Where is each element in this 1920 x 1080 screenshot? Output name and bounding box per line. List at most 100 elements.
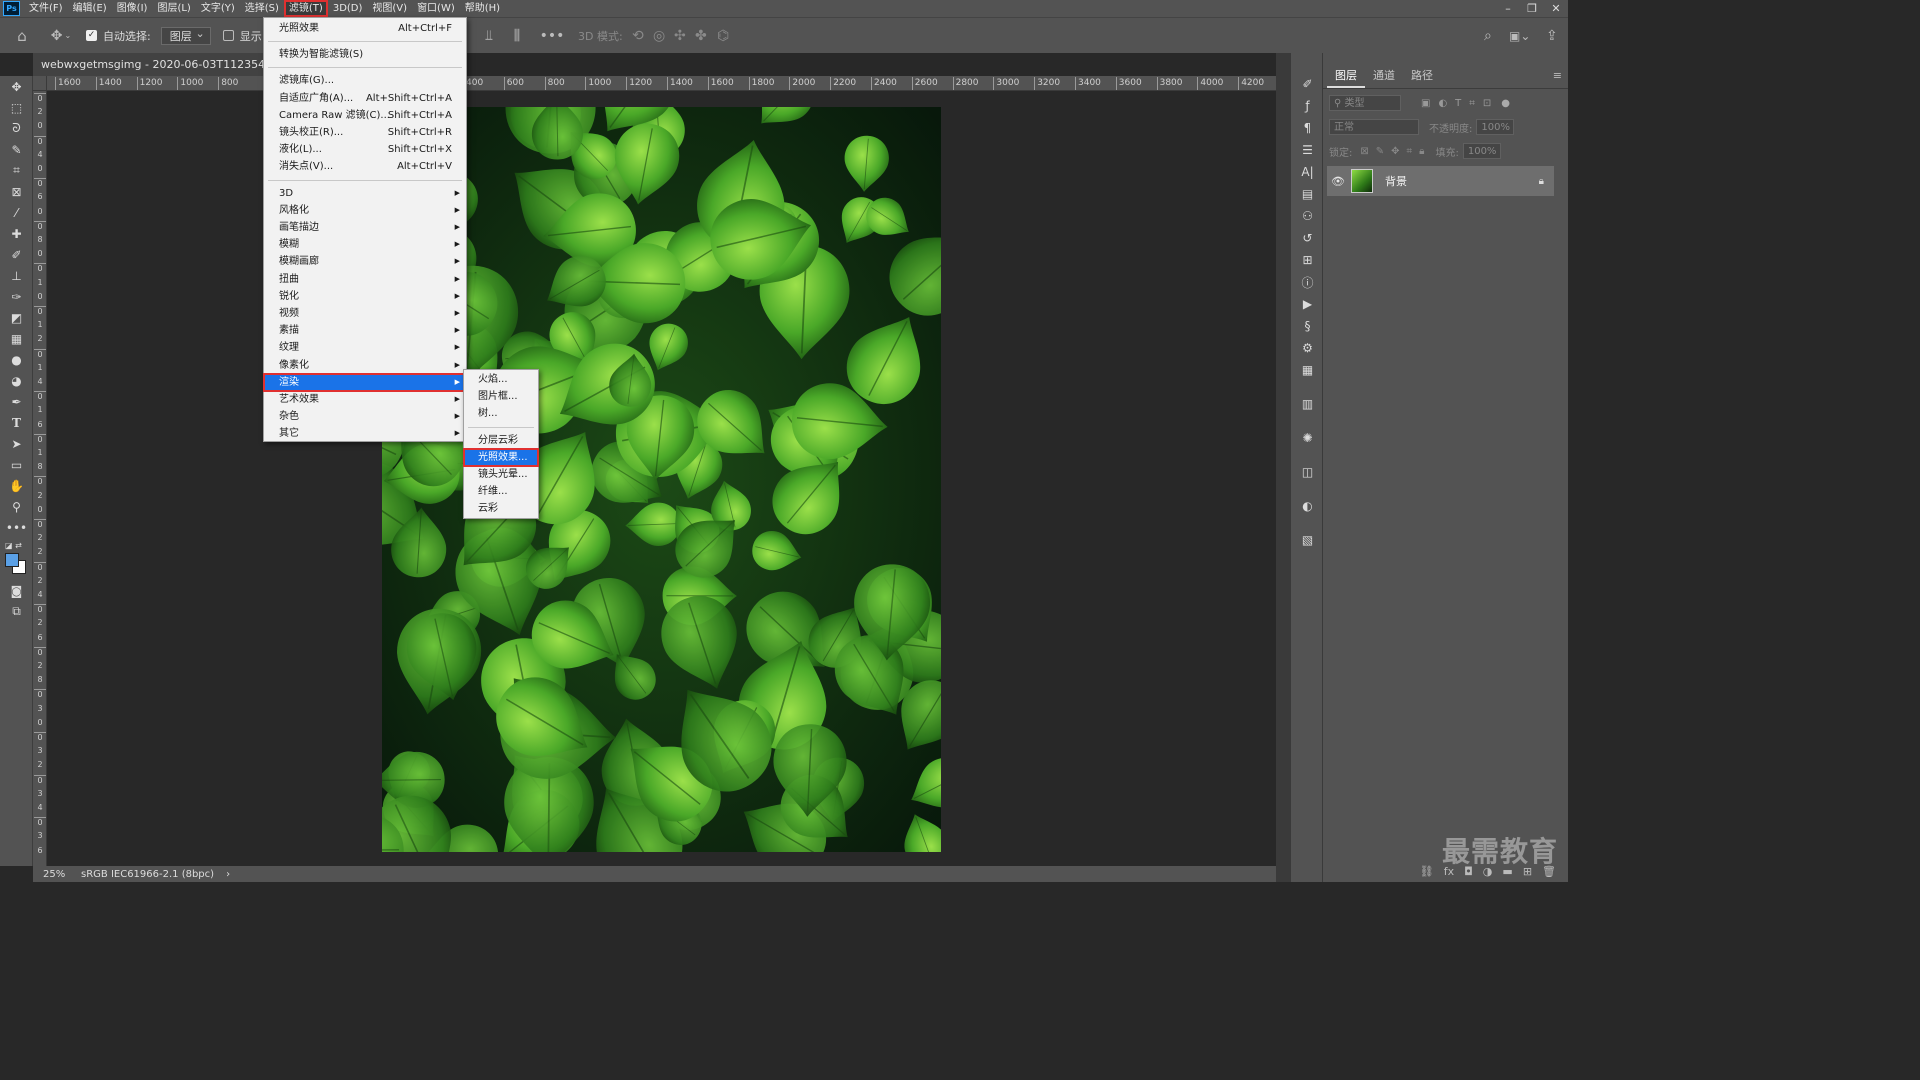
filter-menu-item[interactable]: 杂色 ▶ bbox=[264, 408, 466, 425]
panel-menu-icon[interactable]: ≡ bbox=[1553, 69, 1562, 82]
menu-6[interactable]: 滤镜(T) bbox=[283, 0, 328, 17]
filter-toggle-icon[interactable]: ● bbox=[1501, 98, 1510, 109]
layer-name[interactable]: 背景 bbox=[1385, 173, 1407, 189]
render-menu-item[interactable]: 树... bbox=[464, 405, 538, 422]
3d-orbit-icon[interactable]: ⟲ bbox=[632, 28, 644, 44]
eraser-tool-icon[interactable]: ◩ bbox=[0, 307, 33, 328]
character-icon[interactable]: A| bbox=[1291, 161, 1324, 183]
render-menu-item[interactable]: 纤维... bbox=[464, 483, 538, 500]
table-icon[interactable]: ▦ bbox=[1291, 359, 1324, 381]
render-menu-item[interactable]: 图片框... bbox=[464, 388, 538, 405]
vertical-ruler[interactable]: 0 2 0 0 4 0 0 6 0 0 8 0 0 1 0 0 1 2 0 1 4 0 1 6 0 1 8 0 2 0 0 2 2 0 2 4 0 2 6 0… bbox=[33, 91, 47, 866]
clone-source-icon[interactable]: ⚇ bbox=[1291, 205, 1324, 227]
menu-8[interactable]: 视图(V) bbox=[367, 0, 412, 17]
restore-icon[interactable]: ❐ bbox=[1520, 0, 1544, 17]
menu-7[interactable]: 3D(D) bbox=[328, 0, 368, 17]
zoom-level[interactable]: 25% bbox=[33, 869, 73, 880]
gradient-tool-icon[interactable]: ▦ bbox=[0, 328, 33, 349]
menu-0[interactable]: 文件(F) bbox=[24, 0, 68, 17]
filter-menu-item[interactable]: 其它 ▶ bbox=[264, 425, 466, 442]
color-swatches[interactable] bbox=[0, 552, 32, 580]
3d-pan-icon[interactable]: ✣ bbox=[674, 28, 686, 44]
actions-icon[interactable]: ▶ bbox=[1291, 293, 1324, 315]
vertical-scrollbar[interactable] bbox=[1276, 53, 1290, 882]
fill-input[interactable]: 100% bbox=[1462, 143, 1501, 159]
clone-stamp-tool-icon[interactable]: ⊥ bbox=[0, 265, 33, 286]
frame-tool-icon[interactable]: ⊠ bbox=[0, 181, 33, 202]
close-icon[interactable]: ✕ bbox=[1544, 0, 1568, 17]
visibility-eye-icon[interactable]: 👁︎ bbox=[1327, 175, 1349, 188]
paragraph-icon[interactable]: ¶ bbox=[1291, 117, 1324, 139]
render-menu-item[interactable]: 镜头光晕... bbox=[464, 466, 538, 483]
filter-menu-item[interactable]: 像素化 ▶ bbox=[264, 357, 466, 374]
filter-menu-item[interactable]: 镜头校正(R)... Shift+Ctrl+R bbox=[264, 124, 466, 141]
filter-menu-item[interactable]: 转换为智能滤镜(S) bbox=[264, 46, 466, 63]
menu-5[interactable]: 选择(S) bbox=[240, 0, 284, 17]
path-select-tool-icon[interactable]: ➤ bbox=[0, 433, 33, 454]
share-icon[interactable]: ⇪ bbox=[1546, 28, 1558, 44]
auto-select-checkbox[interactable]: ✓ bbox=[86, 30, 97, 41]
dodge-tool-icon[interactable]: ◕ bbox=[0, 370, 33, 391]
menu-3[interactable]: 图层(L) bbox=[152, 0, 195, 17]
menu-10[interactable]: 帮助(H) bbox=[460, 0, 505, 17]
move-tool-icon[interactable]: ✥ bbox=[0, 76, 33, 97]
menu-2[interactable]: 图像(I) bbox=[112, 0, 153, 17]
more-options-icon[interactable]: ••• bbox=[540, 28, 565, 44]
filter-menu-item[interactable]: 光照效果 Alt+Ctrl+F bbox=[264, 20, 466, 37]
menu-1[interactable]: 编辑(E) bbox=[68, 0, 112, 17]
marquee-tool-icon[interactable]: ⬚ bbox=[0, 97, 33, 118]
filter-menu-item[interactable]: 液化(L)... Shift+Ctrl+X bbox=[264, 141, 466, 158]
brush-tool-icon[interactable]: ✐ bbox=[0, 244, 33, 265]
3d-roll-icon[interactable]: ◎ bbox=[653, 28, 665, 44]
blur-tool-icon[interactable]: ● bbox=[0, 349, 33, 370]
3d-icon[interactable]: ⚙ bbox=[1291, 337, 1324, 359]
tab-paths[interactable]: 路径 bbox=[1403, 64, 1441, 88]
opacity-input[interactable]: 100% bbox=[1476, 119, 1515, 135]
link-layers-icon[interactable]: ⛓ bbox=[1420, 865, 1434, 878]
auto-select-dropdown[interactable]: 图层 bbox=[160, 25, 211, 45]
search-icon[interactable]: ⌕ bbox=[1484, 28, 1492, 44]
hand-tool-icon[interactable]: ✋ bbox=[0, 475, 33, 496]
move-tool-icon[interactable]: ✥ ⌄ bbox=[44, 28, 78, 44]
styles-icon[interactable]: § bbox=[1291, 315, 1324, 337]
filter-menu-item[interactable]: 艺术效果 ▶ bbox=[264, 391, 466, 408]
render-menu-item[interactable]: 火焰... bbox=[464, 371, 538, 388]
filter-menu-item[interactable]: Camera Raw 滤镜(C)... Shift+Ctrl+A bbox=[264, 107, 466, 124]
render-menu-item[interactable]: 云彩 bbox=[464, 500, 538, 517]
filter-menu-item[interactable]: 滤镜库(G)... bbox=[264, 72, 466, 89]
workspace-icon[interactable]: ▣⌄ bbox=[1509, 29, 1530, 43]
align-horizontal-icon[interactable]: ⫼ bbox=[510, 28, 524, 44]
rectangle-tool-icon[interactable]: ▭ bbox=[0, 454, 33, 475]
show-transform-checkbox[interactable] bbox=[222, 30, 234, 41]
render-menu-item[interactable]: 光照效果... bbox=[463, 447, 539, 467]
3d-slide-icon[interactable]: ✤ bbox=[695, 28, 707, 44]
history-icon[interactable]: ↺ bbox=[1291, 227, 1324, 249]
ruler-origin[interactable] bbox=[33, 76, 47, 91]
screen-mode-icon[interactable]: ⧉ bbox=[0, 601, 33, 622]
libraries-icon[interactable]: ▤ bbox=[1291, 183, 1324, 205]
tab-channels[interactable]: 通道 bbox=[1365, 64, 1403, 88]
filter-menu-item[interactable]: 模糊 ▶ bbox=[264, 236, 466, 253]
layer-kind-filter[interactable]: ⚲ 类型 bbox=[1329, 95, 1401, 111]
history-brush-tool-icon[interactable]: ✑ bbox=[0, 286, 33, 307]
pen-tool-icon[interactable]: ✒ bbox=[0, 391, 33, 412]
lasso-tool-icon[interactable]: ᘐ bbox=[0, 118, 33, 139]
filter-menu-item[interactable]: 视频 ▶ bbox=[264, 305, 466, 322]
filter-menu-item[interactable]: 消失点(V)... Alt+Ctrl+V bbox=[264, 158, 466, 175]
color-icon[interactable]: ✺ bbox=[1291, 427, 1324, 449]
menu-9[interactable]: 窗口(W) bbox=[412, 0, 460, 17]
tab-layers[interactable]: 图层 bbox=[1327, 64, 1365, 88]
properties-icon[interactable]: ☰ bbox=[1291, 139, 1324, 161]
filter-menu-item[interactable]: 渲染 ▶ bbox=[263, 372, 467, 392]
info-icon[interactable]: ⓘ bbox=[1291, 271, 1324, 293]
align-bottom-icon[interactable]: ⫫ bbox=[482, 28, 496, 44]
layer-filter-icons[interactable]: ▣◐T⌗⊡ bbox=[1421, 98, 1499, 109]
horizontal-ruler[interactable]: 1600 1400 1200 1000 800 400 600 800 1000 1200 1400… bbox=[47, 76, 1276, 91]
filter-menu-item[interactable]: 画笔描边 ▶ bbox=[264, 219, 466, 236]
gradients-icon[interactable]: ▧ bbox=[1291, 529, 1324, 551]
eyedropper-tool-icon[interactable]: ⁄ bbox=[0, 202, 33, 223]
crop-tool-icon[interactable]: ⌗ bbox=[0, 160, 33, 181]
filter-menu-item[interactable]: 模糊画廊 ▶ bbox=[264, 253, 466, 270]
filter-menu-item[interactable]: 锐化 ▶ bbox=[264, 288, 466, 305]
default-colors-icon[interactable]: ◪ ⇄ bbox=[0, 538, 33, 552]
